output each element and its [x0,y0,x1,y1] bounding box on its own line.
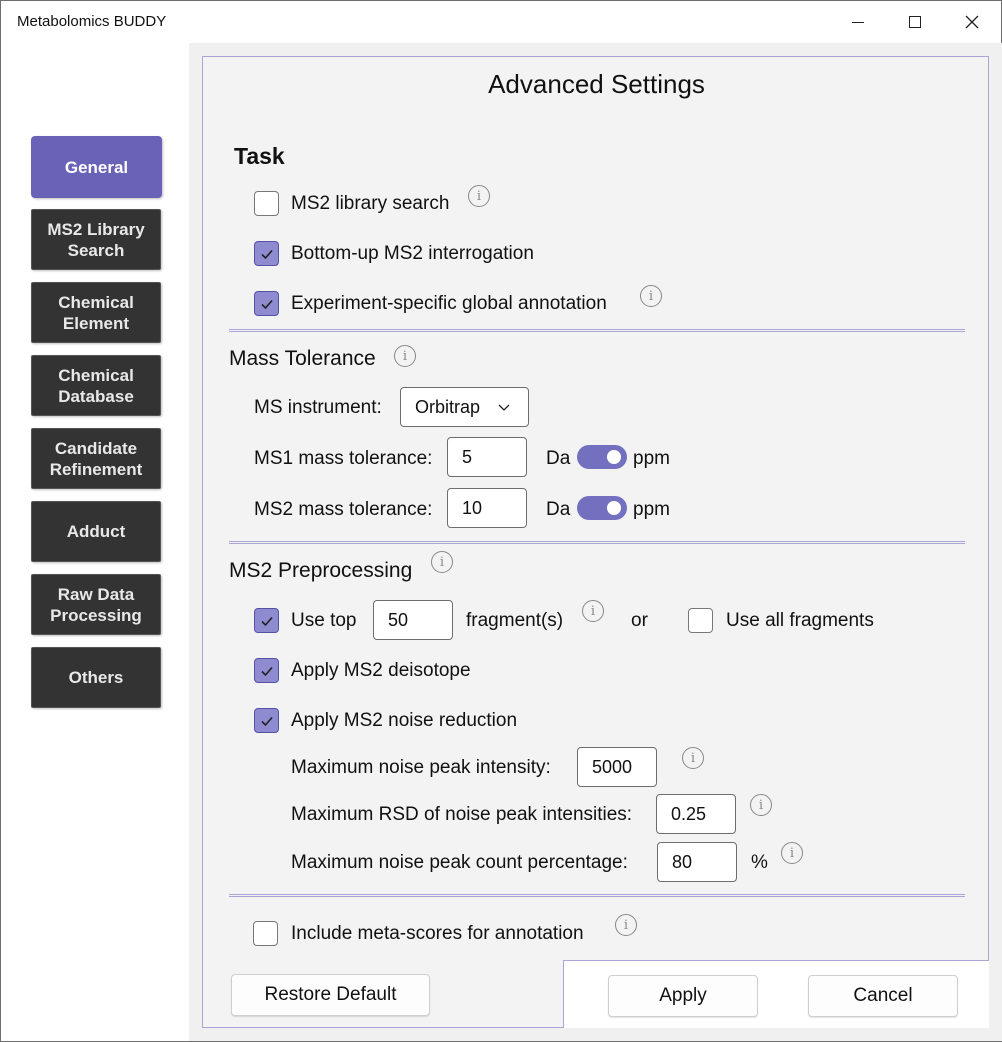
meta-scores-label: Include meta-scores for annotation [291,923,584,944]
check-icon [260,299,273,309]
info-icon[interactable]: i [640,285,662,307]
ms2-library-search-label: MS2 library search [291,193,450,214]
sidebar: General MS2 Library Search Chemical Elem… [2,43,189,1041]
ms-instrument-dropdown[interactable]: Orbitrap [400,387,529,427]
close-icon [965,15,979,29]
info-icon[interactable]: i [615,914,637,936]
title-bar: Metabolomics BUDDY [1,1,1001,43]
max-noise-intensity-input[interactable]: 5000 [577,747,657,787]
page-title: Advanced Settings [488,69,705,99]
experiment-specific-annotation-checkbox[interactable] [254,291,279,316]
use-top-input[interactable]: 50 [373,600,453,640]
or-label: or [631,610,648,631]
sidebar-item-label: Raw Data Processing [50,584,142,625]
sidebar-item-label: Adduct [66,522,126,541]
info-icon[interactable]: i [781,842,803,864]
max-count-label: Maximum noise peak count percentage: [291,852,628,873]
experiment-specific-annotation-label: Experiment-specific global annotation [291,293,607,314]
close-button[interactable] [950,5,994,39]
maximize-button[interactable] [893,5,937,39]
ms2-library-search-checkbox[interactable] [254,191,279,216]
use-all-fragments-label: Use all fragments [726,610,874,631]
sidebar-item-adduct[interactable]: Adduct [31,501,161,562]
check-icon [260,249,273,259]
apply-button[interactable]: Apply [608,975,758,1017]
sidebar-item-label: Chemical Element [58,292,134,333]
meta-scores-checkbox[interactable] [253,921,278,946]
divider [229,541,965,544]
ms-instrument-value: Orbitrap [415,396,481,417]
app-window: Metabolomics BUDDY General MS2 Library S… [0,0,1002,1042]
sidebar-item-label: Candidate Refinement [49,438,143,479]
ms1-tolerance-input[interactable]: 5 [447,437,527,477]
minimize-icon [852,21,864,23]
section-title-task: Task [234,143,285,169]
ms1-unit-da: Da [546,448,571,469]
sidebar-item-label: Others [68,668,124,687]
noise-reduction-label: Apply MS2 noise reduction [291,710,518,731]
max-noise-intensity-label: Maximum noise peak intensity: [291,757,551,778]
maximize-icon [909,16,921,28]
sidebar-item-raw-data-processing[interactable]: Raw Data Processing [31,574,161,635]
sidebar-item-chemical-element[interactable]: Chemical Element [31,282,161,343]
max-rsd-label: Maximum RSD of noise peak intensities: [291,804,633,825]
info-icon[interactable]: i [750,794,772,816]
sidebar-item-general[interactable]: General [31,136,162,198]
fragments-label: fragment(s) [466,610,564,631]
use-top-label: Use top [291,610,357,631]
info-icon[interactable]: i [582,600,604,622]
footer-action-area: Apply Cancel [563,960,989,1028]
deisotope-checkbox[interactable] [254,658,279,683]
info-icon[interactable]: i [468,185,490,207]
info-icon[interactable]: i [394,345,416,367]
bottom-up-ms2-label: Bottom-up MS2 interrogation [291,243,534,264]
bottom-up-ms2-checkbox[interactable] [254,241,279,266]
check-icon [260,616,273,626]
deisotope-label: Apply MS2 deisotope [291,660,471,681]
info-icon[interactable]: i [682,747,704,769]
cancel-button[interactable]: Cancel [808,975,958,1017]
minimize-button[interactable] [836,5,880,39]
divider [229,894,965,897]
noise-reduction-checkbox[interactable] [254,708,279,733]
max-count-input[interactable]: 80 [657,842,737,882]
ms1-tolerance-label: MS1 mass tolerance: [254,448,433,469]
check-icon [260,666,273,676]
check-icon [260,716,273,726]
toggle-knob [607,501,621,515]
percent-unit: % [751,852,768,873]
section-title-ms2-preprocessing: MS2 Preprocessing [229,559,413,582]
settings-panel: Advanced Settings Task MS2 library searc… [202,56,989,1028]
toggle-knob [607,450,621,464]
max-rsd-input[interactable]: 0.25 [656,794,736,834]
divider [229,329,965,332]
app-title: Metabolomics BUDDY [17,13,167,30]
sidebar-item-ms2-library-search[interactable]: MS2 Library Search [31,209,161,270]
sidebar-item-candidate-refinement[interactable]: Candidate Refinement [31,428,161,489]
use-top-checkbox[interactable] [254,608,279,633]
sidebar-item-label: General [64,157,129,177]
restore-default-button[interactable]: Restore Default [231,974,430,1016]
ms1-unit-toggle[interactable] [577,445,627,469]
info-icon[interactable]: i [431,551,453,573]
ms2-unit-da: Da [546,499,571,520]
ms1-unit-ppm: ppm [633,448,670,469]
ms2-tolerance-input[interactable]: 10 [447,488,527,528]
ms2-tolerance-label: MS2 mass tolerance: [254,499,433,520]
sidebar-item-others[interactable]: Others [31,647,161,708]
use-all-fragments-checkbox[interactable] [688,608,713,633]
sidebar-item-label: Chemical Database [58,365,134,406]
sidebar-item-label: MS2 Library Search [47,219,145,260]
ms2-unit-toggle[interactable] [577,496,627,520]
sidebar-item-chemical-database[interactable]: Chemical Database [31,355,161,416]
chevron-down-icon [498,404,510,411]
ms2-unit-ppm: ppm [633,499,670,520]
section-title-mass-tolerance: Mass Tolerance [229,347,376,370]
ms-instrument-label: MS instrument: [254,397,382,418]
